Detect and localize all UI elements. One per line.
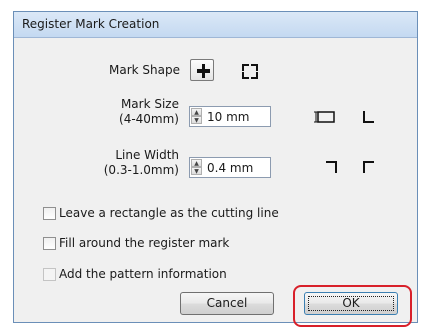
corner-bottom-left-icon [363, 111, 374, 123]
mark-size-value: 10 mm [207, 110, 250, 124]
corner-icon [242, 64, 249, 71]
cancel-button[interactable]: Cancel [180, 292, 274, 315]
line-width-value: 0.4 mm [207, 161, 254, 175]
ok-highlight-annotation [293, 285, 412, 327]
mark-size-stepper[interactable]: ▲ ▼ 10 mm [189, 106, 271, 127]
fill-around-checkbox[interactable] [43, 237, 56, 250]
pattern-info-checkbox [43, 268, 56, 281]
register-mark-dialog: Register Mark Creation Mark Shape Mark S… [13, 11, 418, 323]
fill-around-label[interactable]: Fill around the register mark [59, 236, 229, 250]
dialog-title: Register Mark Creation [22, 17, 160, 31]
mark-size-label: Mark Size (4-40mm) [119, 97, 179, 126]
spin-down-icon[interactable]: ▼ [191, 167, 202, 175]
pattern-info-label: Add the pattern information [59, 267, 227, 281]
corner-top-left-icon [363, 161, 374, 173]
spin-up-icon[interactable]: ▲ [191, 159, 202, 167]
corner-icon [251, 64, 258, 71]
mark-shape-inner-corners-button[interactable] [190, 59, 214, 81]
spin-arrows[interactable]: ▲ ▼ [191, 159, 202, 176]
title-bar: Register Mark Creation [14, 12, 417, 38]
spin-arrows[interactable]: ▲ ▼ [191, 108, 202, 125]
spin-down-icon[interactable]: ▼ [191, 116, 202, 124]
line-width-stepper[interactable]: ▲ ▼ 0.4 mm [189, 157, 271, 178]
leave-rectangle-label[interactable]: Leave a rectangle as the cutting line [59, 206, 279, 220]
corner-icon [203, 71, 210, 78]
mark-shape-label: Mark Shape [109, 63, 180, 77]
spin-up-icon[interactable]: ▲ [191, 108, 202, 116]
corner-icon [242, 72, 249, 79]
line-width-label: Line Width (0.3-1.0mm) [103, 148, 179, 177]
mark-size-preview-icon [314, 111, 335, 123]
mark-shape-outer-corners-button[interactable] [236, 59, 260, 81]
corner-icon [203, 64, 210, 71]
leave-rectangle-checkbox[interactable] [43, 207, 56, 220]
corner-icon [251, 72, 258, 79]
corner-top-right-icon [326, 161, 337, 173]
